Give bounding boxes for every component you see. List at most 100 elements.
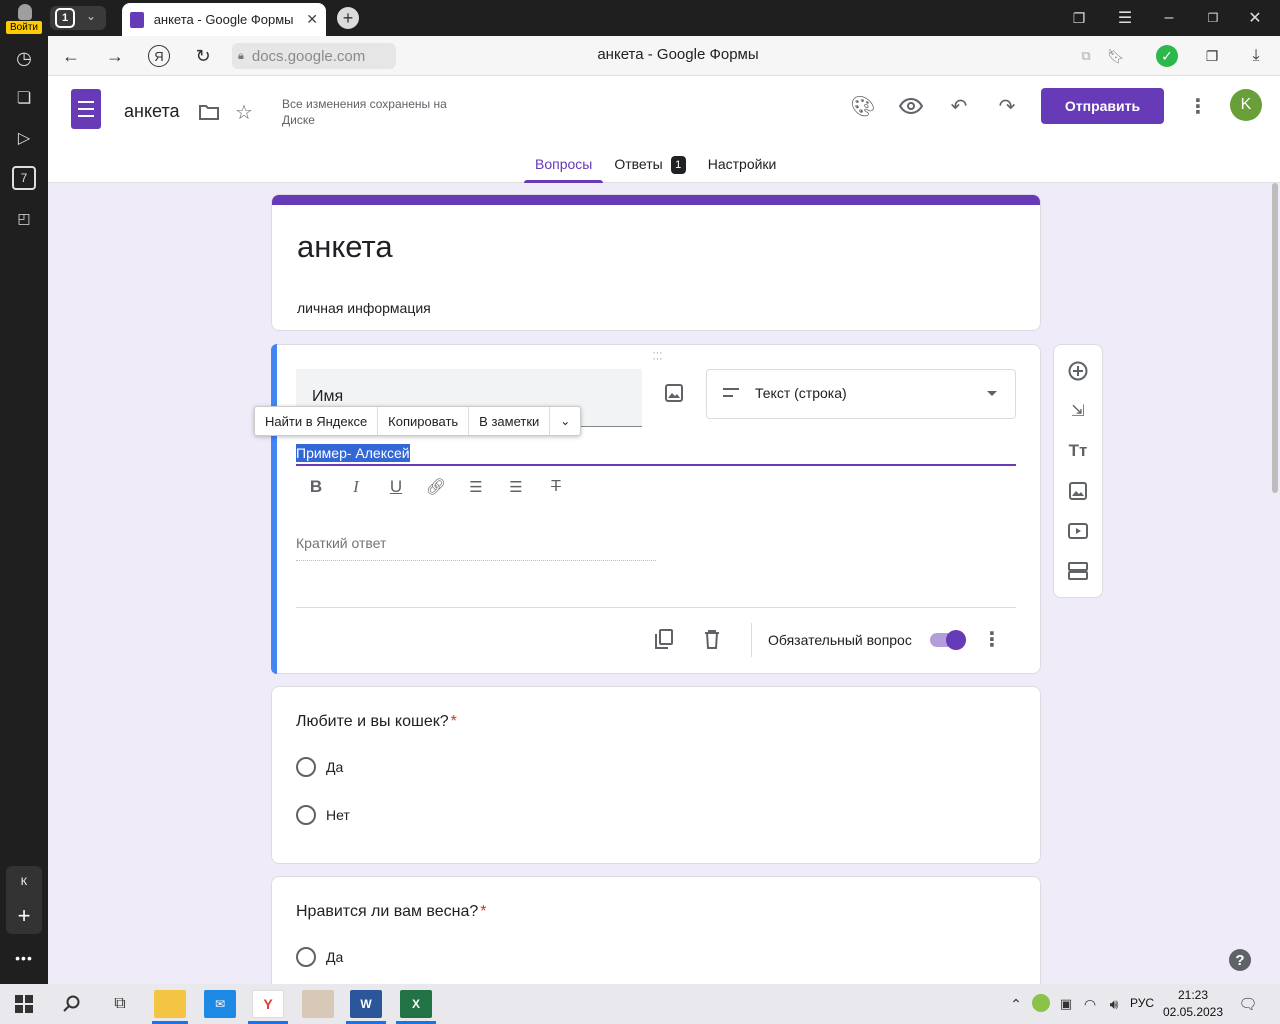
back-icon[interactable]: ←: [60, 45, 82, 67]
word-icon[interactable]: W: [350, 990, 382, 1018]
notifications-icon[interactable]: 🗨︎: [1238, 994, 1258, 1014]
drag-handle-icon[interactable]: ⋯ ⋯: [648, 349, 666, 365]
extensions-icon[interactable]: ❐: [1202, 46, 1222, 66]
preview-eye-icon[interactable]: [898, 93, 924, 119]
scrollbar-thumb[interactable]: [1272, 183, 1278, 493]
browser-tab-active[interactable]: анкета - Google Формы ✕: [122, 3, 326, 36]
tray-chevron-icon[interactable]: ⌃: [1006, 994, 1026, 1014]
profile-button[interactable]: Войти: [6, 2, 42, 34]
menu-expand-chevron-icon[interactable]: ⌄: [550, 407, 580, 435]
add-title-icon[interactable]: Tт: [1066, 439, 1090, 463]
collections-icon[interactable]: ❏: [12, 86, 36, 110]
close-tab-icon[interactable]: ✕: [306, 11, 318, 28]
media-app-icon[interactable]: [302, 990, 334, 1018]
input-language[interactable]: РУС: [1130, 996, 1154, 1010]
numbered-list-icon[interactable]: ☰: [464, 475, 488, 499]
more-options-icon[interactable]: ⋮: [1186, 93, 1210, 119]
add-section-icon[interactable]: [1066, 559, 1090, 583]
forward-icon[interactable]: →: [104, 45, 126, 67]
mail-icon[interactable]: ✉: [204, 990, 236, 1018]
add-video-icon[interactable]: [1066, 519, 1090, 543]
history-icon[interactable]: ◷: [12, 46, 36, 70]
add-question-icon[interactable]: [1066, 359, 1090, 383]
excel-icon[interactable]: X: [400, 990, 432, 1018]
question-type-select[interactable]: Текст (строка): [706, 369, 1016, 419]
undo-icon[interactable]: ↶: [946, 93, 972, 119]
bookmark-icon[interactable]: 🔖︎: [1106, 46, 1126, 66]
radio-option[interactable]: Да: [296, 947, 343, 967]
menu-item-copy[interactable]: Копировать: [378, 407, 470, 435]
tray-meet-icon[interactable]: ▣: [1056, 994, 1076, 1014]
add-image-icon[interactable]: [1066, 479, 1090, 503]
tab-counter-button[interactable]: 1 ⌄: [50, 6, 106, 30]
bold-icon[interactable]: B: [304, 475, 328, 499]
tab-responses[interactable]: Ответы 1: [603, 146, 696, 183]
underline-icon[interactable]: U: [384, 475, 408, 499]
delete-icon[interactable]: [700, 627, 724, 651]
menu-icon[interactable]: ☰: [1114, 8, 1136, 28]
download-icon[interactable]: ⤓: [1246, 46, 1266, 66]
tab-questions[interactable]: Вопросы: [524, 146, 604, 183]
forms-logo-icon[interactable]: [71, 89, 101, 129]
menu-item-to-notes[interactable]: В заметки: [469, 407, 551, 435]
italic-icon[interactable]: I: [344, 475, 368, 499]
url-field[interactable]: 🔒︎ docs.google.com: [232, 43, 396, 69]
more-icon[interactable]: •••: [0, 950, 48, 966]
restore-icon[interactable]: ❐: [1202, 8, 1224, 28]
volume-icon[interactable]: 🔊︎: [1104, 994, 1124, 1014]
calendar-icon[interactable]: 7: [12, 166, 36, 190]
send-button[interactable]: Отправить: [1041, 88, 1164, 124]
yandex-browser-icon[interactable]: Y: [252, 990, 284, 1018]
option-label: Нет: [326, 807, 350, 823]
question-card[interactable]: Нравится ли вам весна? * Да: [271, 876, 1041, 984]
play-icon[interactable]: ▷: [12, 126, 36, 150]
reload-icon[interactable]: ↻: [192, 45, 214, 67]
screenshot-icon[interactable]: ◰: [12, 206, 36, 230]
form-header-card[interactable]: анкета личная информация: [271, 194, 1041, 331]
radio-circle-icon[interactable]: [296, 805, 316, 825]
help-icon[interactable]: ?: [1229, 949, 1251, 971]
more-vert-icon[interactable]: ⋮: [980, 627, 1004, 651]
search-icon[interactable]: [60, 992, 84, 1016]
import-questions-icon[interactable]: ⇲: [1066, 399, 1090, 423]
radio-circle-icon[interactable]: [296, 947, 316, 967]
tab-settings[interactable]: Настройки: [697, 146, 788, 183]
protect-check-icon[interactable]: ✓: [1156, 45, 1178, 67]
menu-item-search-yandex[interactable]: Найти в Яндексе: [255, 407, 379, 435]
bulleted-list-icon[interactable]: ☰: [504, 475, 528, 499]
radio-option[interactable]: Да: [296, 757, 343, 777]
bookmarks-panel-icon[interactable]: ❐: [1068, 8, 1090, 28]
radio-circle-icon[interactable]: [296, 757, 316, 777]
duplicate-icon[interactable]: [652, 627, 676, 651]
folder-icon[interactable]: [198, 102, 220, 122]
sidebar-profile-letter[interactable]: К: [6, 876, 42, 888]
file-explorer-icon[interactable]: [154, 990, 186, 1018]
minimize-icon[interactable]: –: [1158, 8, 1180, 28]
add-image-icon[interactable]: [662, 381, 686, 405]
form-name[interactable]: анкета: [124, 101, 180, 122]
tray-app-icon[interactable]: [1032, 994, 1050, 1012]
new-tab-button[interactable]: +: [337, 7, 359, 29]
add-icon[interactable]: +: [6, 904, 42, 928]
page-scrollbar[interactable]: [1270, 183, 1280, 984]
palette-icon[interactable]: 🎨︎: [850, 93, 876, 119]
translate-icon[interactable]: ⧉: [1076, 46, 1096, 66]
question-card-active[interactable]: ⋯ ⋯ Имя Текст (строка) Найти в Яндексе Ко…: [254, 344, 1041, 674]
required-toggle[interactable]: [930, 630, 966, 650]
redo-icon[interactable]: ↷: [994, 93, 1020, 119]
avatar[interactable]: K: [1230, 89, 1262, 121]
form-description[interactable]: личная информация: [297, 300, 431, 316]
wifi-icon[interactable]: ◠: [1080, 994, 1100, 1014]
star-icon[interactable]: ☆: [232, 100, 256, 124]
link-icon[interactable]: 🔗︎: [424, 475, 448, 499]
task-view-icon[interactable]: ⧉: [108, 992, 132, 1016]
yandex-icon[interactable]: Я: [148, 45, 170, 67]
radio-option[interactable]: Нет: [296, 805, 350, 825]
question-card[interactable]: Любите и вы кошек? * Да Нет: [271, 686, 1041, 864]
clear-format-icon[interactable]: T: [544, 475, 568, 499]
form-title[interactable]: анкета: [297, 229, 393, 265]
system-clock[interactable]: 21:23 02.05.2023: [1160, 987, 1226, 1021]
close-window-icon[interactable]: ✕: [1244, 8, 1266, 28]
question-description-input[interactable]: Пример- Алексей: [296, 442, 1016, 466]
windows-start-icon[interactable]: [12, 992, 36, 1016]
